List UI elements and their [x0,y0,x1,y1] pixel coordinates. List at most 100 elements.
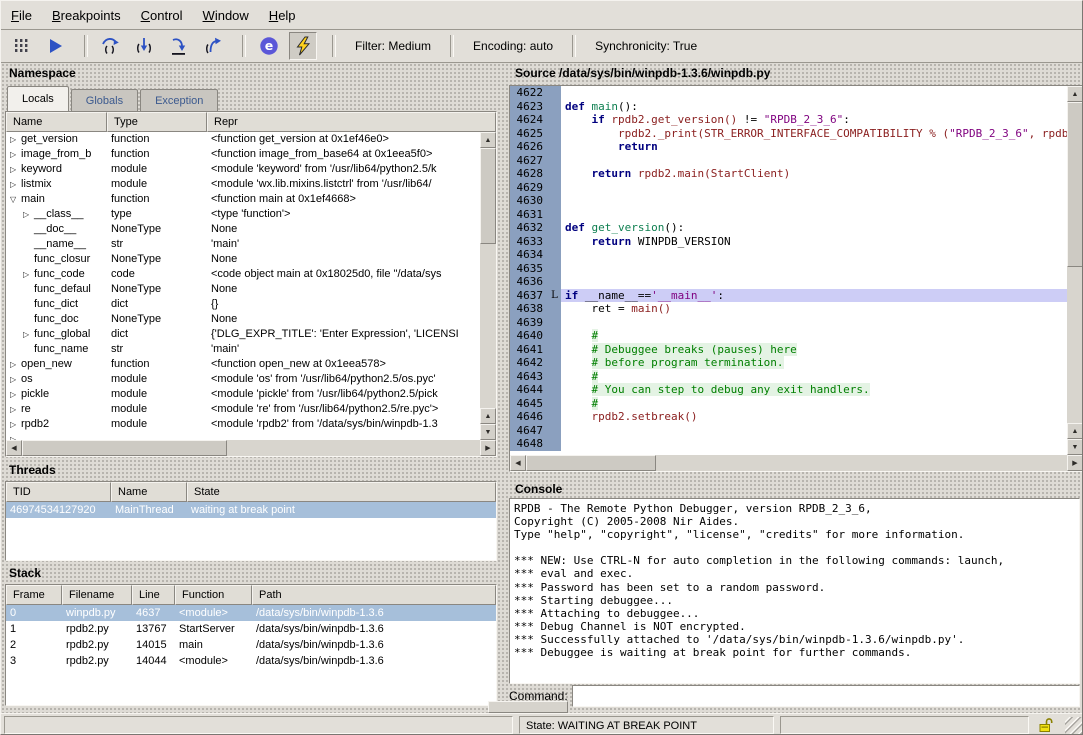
expander-icon[interactable]: ▷ [10,432,21,440]
scrollbar-thumb[interactable] [22,440,227,456]
source-vertical-scrollbar[interactable]: ▲ ▲ ▼ [1067,86,1083,455]
table-row[interactable]: 0winpdb.py4637<module>/data/sys/bin/winp… [6,605,496,621]
command-input[interactable] [572,685,1080,707]
line-number[interactable]: 4636 [510,275,548,289]
source-line[interactable]: 4648 [510,437,1067,451]
source-line[interactable]: 4623def main(): [510,100,1067,114]
namespace-row[interactable]: ▷osmodule<module 'os' from '/usr/lib64/p… [6,372,480,387]
namespace-row[interactable]: ▷func_codecode<code object main at 0x180… [6,267,480,282]
goto-line-icon[interactable] [165,32,193,60]
scroll-right-icon[interactable]: ▶ [1067,455,1083,471]
expander-icon[interactable]: ▽ [10,192,21,207]
line-number[interactable]: 4622 [510,86,548,100]
break-icon[interactable] [7,32,35,60]
line-number[interactable]: 4643 [510,370,548,384]
scroll-left-icon[interactable]: ◀ [6,440,22,456]
line-number[interactable]: 4635 [510,262,548,276]
namespace-horizontal-scrollbar[interactable]: ◀ ▶ [6,440,496,456]
column-header-frame[interactable]: Frame [6,585,62,605]
scrollbar-track[interactable] [480,244,496,408]
namespace-row[interactable]: __doc__NoneTypeNone [6,222,480,237]
source-line[interactable]: 4625 rpdb2._print(STR_ERROR_INTERFACE_CO… [510,127,1067,141]
scroll-left-icon[interactable]: ◀ [510,455,526,471]
namespace-row[interactable]: func_closurNoneTypeNone [6,252,480,267]
namespace-row[interactable]: ▷rpdb2module<module 'rpdb2' from '/data/… [6,417,480,432]
expander-icon[interactable]: ▷ [10,132,21,147]
step-over-icon[interactable] [97,32,125,60]
namespace-row[interactable]: func_docNoneTypeNone [6,312,480,327]
scroll-right-icon[interactable]: ▶ [480,440,496,456]
step-into-icon[interactable] [131,32,159,60]
step-out-icon[interactable] [199,32,227,60]
source-line[interactable]: 4641 # Debuggee breaks (pauses) here [510,343,1067,357]
source-line[interactable]: 4630 [510,194,1067,208]
column-header-line[interactable]: Line [132,585,175,605]
line-number[interactable]: 4625 [510,127,548,141]
source-line[interactable]: 4636 [510,275,1067,289]
scroll-up-icon[interactable]: ▲ [1067,86,1083,102]
namespace-row[interactable]: ▷picklemodule<module 'pickle' from '/usr… [6,387,480,402]
column-header-function[interactable]: Function [175,585,252,605]
column-header-name[interactable]: Name [6,112,107,132]
line-number[interactable]: 4640 [510,329,548,343]
menu-item-file[interactable]: File [1,2,42,29]
expander-icon[interactable]: ▷ [10,177,21,192]
source-horizontal-scrollbar[interactable]: ◀ ▶ [510,455,1083,471]
sync-lightning-icon[interactable] [289,32,317,60]
source-editor[interactable]: 46224623def main():4624 if rpdb2.get_ver… [509,85,1083,472]
column-header-path[interactable]: Path [252,585,496,605]
expander-icon[interactable]: ▷ [10,417,21,432]
line-number[interactable]: 4639 [510,316,548,330]
source-line[interactable]: 4640 # [510,329,1067,343]
menu-item-breakpoints[interactable]: Breakpoints [42,2,131,29]
source-line[interactable]: 4643 # [510,370,1067,384]
namespace-row[interactable]: ▷ [6,432,480,440]
line-number[interactable]: 4632 [510,221,548,235]
scrollbar-thumb[interactable] [480,148,496,244]
line-number[interactable]: 4641 [510,343,548,357]
column-header-state[interactable]: State [187,482,496,502]
table-row[interactable]: 1rpdb2.py13767StartServer/data/sys/bin/w… [6,621,496,637]
line-number[interactable]: 4645 [510,397,548,411]
column-header-type[interactable]: Type [107,112,207,132]
go-icon[interactable] [41,32,69,60]
source-line[interactable]: 4629 [510,181,1067,195]
namespace-row[interactable]: ▷func_globaldict{'DLG_EXPR_TITLE': 'Ente… [6,327,480,342]
source-line[interactable]: 4639 [510,316,1067,330]
scroll-up-icon[interactable]: ▲ [480,132,496,148]
line-number[interactable]: 4634 [510,248,548,262]
line-number[interactable]: 4624 [510,113,548,127]
scrollbar-thumb[interactable] [526,455,656,471]
scrollbar-thumb[interactable] [1067,102,1083,267]
line-number[interactable]: 4633 [510,235,548,249]
source-line[interactable]: 4634 [510,248,1067,262]
menu-item-control[interactable]: Control [131,2,193,29]
line-number[interactable]: 4644 [510,383,548,397]
expander-icon[interactable]: ▷ [10,162,21,177]
scrollbar-track[interactable] [227,440,480,456]
line-number[interactable]: 4627 [510,154,548,168]
namespace-row[interactable]: func_dictdict{} [6,297,480,312]
expander-icon[interactable]: ▷ [10,387,21,402]
splitter-sash[interactable] [488,701,568,713]
expander-icon[interactable]: ▷ [23,327,34,342]
namespace-row[interactable]: ▽mainfunction<function main at 0x1ef4668… [6,192,480,207]
source-line[interactable]: 4638 ret = main() [510,302,1067,316]
namespace-row[interactable]: ▷__class__type<type 'function'> [6,207,480,222]
scroll-down-icon[interactable]: ▼ [480,424,496,440]
menu-item-window[interactable]: Window [193,2,259,29]
line-number[interactable]: 4638 [510,302,548,316]
scroll-down-icon[interactable]: ▼ [1067,439,1083,455]
source-line[interactable]: 4635 [510,262,1067,276]
source-line[interactable]: 4627 [510,154,1067,168]
source-line[interactable]: 4626 return [510,140,1067,154]
line-number[interactable]: 4631 [510,208,548,222]
column-header-name[interactable]: Name [111,482,187,502]
table-row[interactable]: 3rpdb2.py14044<module>/data/sys/bin/winp… [6,653,496,669]
console-output[interactable]: RPDB - The Remote Python Debugger, versi… [509,498,1080,684]
scroll-up-icon[interactable]: ▲ [1067,423,1083,439]
source-line[interactable]: 4637Lif __name__=='__main__': [510,289,1067,303]
namespace-row[interactable]: ▷image_from_bfunction<function image_fro… [6,147,480,162]
tab-locals[interactable]: Locals [7,86,69,111]
source-line[interactable]: 4632def get_version(): [510,221,1067,235]
